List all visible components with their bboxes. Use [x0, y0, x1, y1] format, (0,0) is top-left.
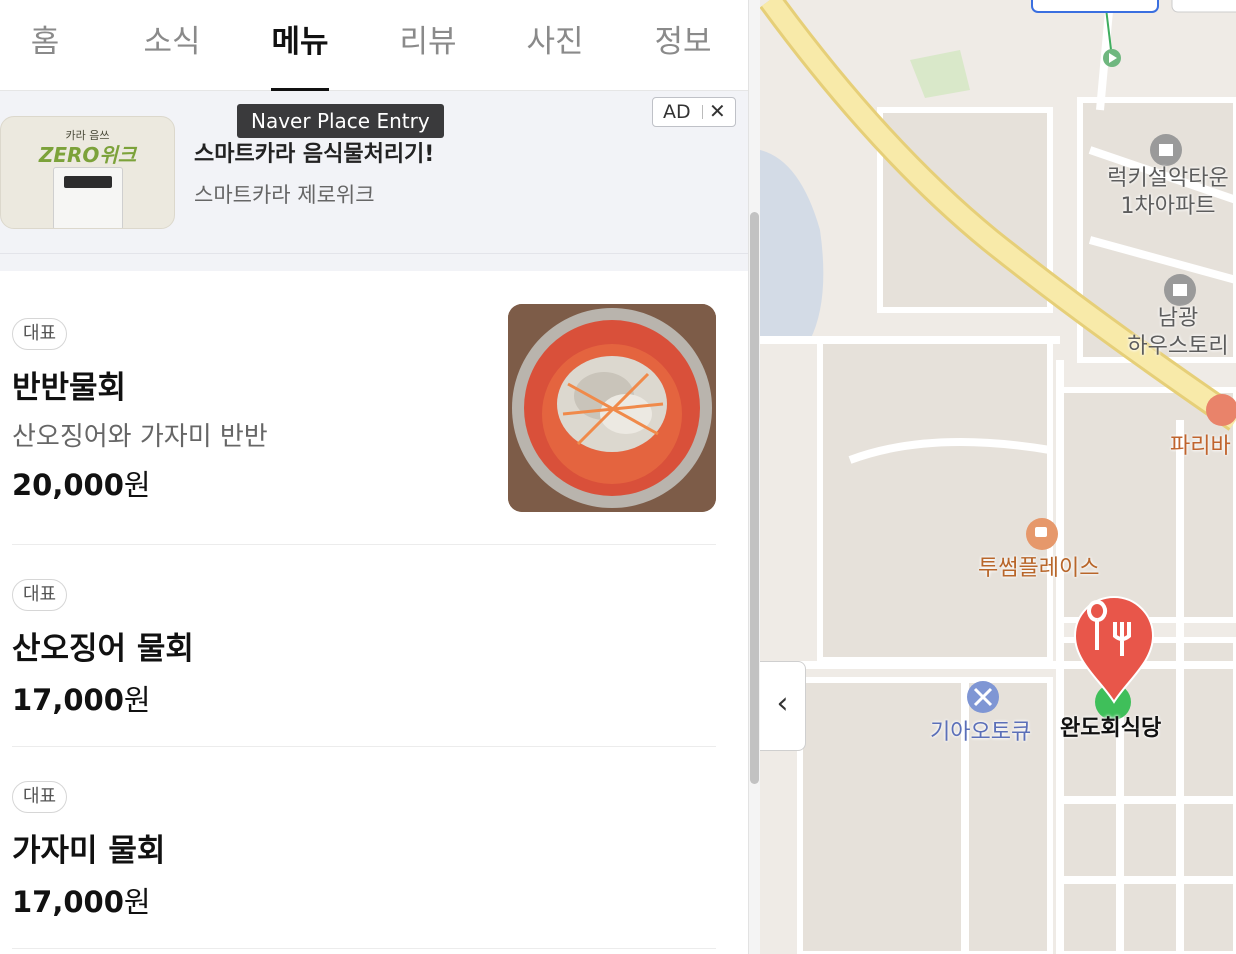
- tab-photos[interactable]: 사진: [500, 0, 610, 90]
- chevron-left-icon: ‹: [776, 686, 789, 721]
- close-icon[interactable]: ✕: [709, 99, 726, 123]
- map-label-bakery[interactable]: 파리바: [1170, 428, 1231, 460]
- ad-subtitle: 스마트카라 제로위크: [194, 183, 375, 207]
- ad-label: AD: [663, 101, 691, 123]
- map-label-apartment2[interactable]: 남광 하우스토리: [1120, 305, 1236, 361]
- tab-home[interactable]: 홈: [0, 0, 100, 90]
- tab-info[interactable]: 정보: [628, 0, 738, 90]
- map-label-auto[interactable]: 기아오토큐: [930, 714, 1031, 746]
- collapse-panel-button[interactable]: ‹: [760, 661, 806, 751]
- map-canvas[interactable]: [760, 0, 1236, 954]
- menu-item[interactable]: 대표 반반물회 산오징어와 가자미 반반 20,000원: [12, 304, 716, 545]
- ad-thumbnail[interactable]: 카라 음쓰 ZERO위크: [0, 116, 175, 229]
- tab-reviews[interactable]: 리뷰: [373, 0, 483, 90]
- representative-badge: 대표: [12, 318, 68, 350]
- place-panel: 홈 소식 메뉴 리뷰 사진 정보 카라 음쓰 ZERO위크 스마트카라 음식물처…: [0, 0, 748, 954]
- product-image: [53, 167, 123, 228]
- menu-name: 가자미 물회: [12, 833, 166, 869]
- tab-menu[interactable]: 메뉴: [245, 0, 355, 91]
- map-label-restaurant[interactable]: 완도회식당: [1060, 710, 1161, 742]
- ad-badge: AD ✕: [652, 97, 736, 127]
- menu-description: 산오징어와 가자미 반반: [12, 422, 268, 452]
- tab-news[interactable]: 소식: [117, 0, 227, 90]
- tooltip: Naver Place Entry: [237, 104, 444, 138]
- menu-item[interactable]: 대표 산오징어 물회 17,000원: [12, 545, 716, 747]
- menu-price: 20,000원: [12, 468, 151, 502]
- map-label-cafe[interactable]: 투썸플레이스: [978, 550, 1099, 582]
- tab-bar: 홈 소식 메뉴 리뷰 사진 정보: [0, 0, 748, 91]
- map-label-apartment1[interactable]: 럭키설악타운 1차아파트: [1100, 165, 1236, 221]
- menu-photo[interactable]: [508, 304, 716, 512]
- representative-badge: 대표: [12, 579, 68, 611]
- menu-name: 반반물회: [12, 370, 127, 406]
- menu-name: 산오징어 물회: [12, 631, 194, 667]
- menu-price: 17,000원: [12, 885, 151, 919]
- ad-brand-logo: ZERO위크: [38, 143, 137, 167]
- menu-item[interactable]: 대표 가자미 물회 17,000원: [12, 747, 716, 949]
- representative-badge: 대표: [12, 781, 68, 813]
- scrollbar-thumb[interactable]: [750, 212, 759, 784]
- ad-title[interactable]: 스마트카라 음식물처리기!: [194, 136, 434, 168]
- map[interactable]: 럭키설악타운 1차아파트 남광 하우스토리 파리바 투썸플레이스 기아오토큐 완…: [760, 0, 1236, 954]
- menu-price: 17,000원: [12, 683, 151, 717]
